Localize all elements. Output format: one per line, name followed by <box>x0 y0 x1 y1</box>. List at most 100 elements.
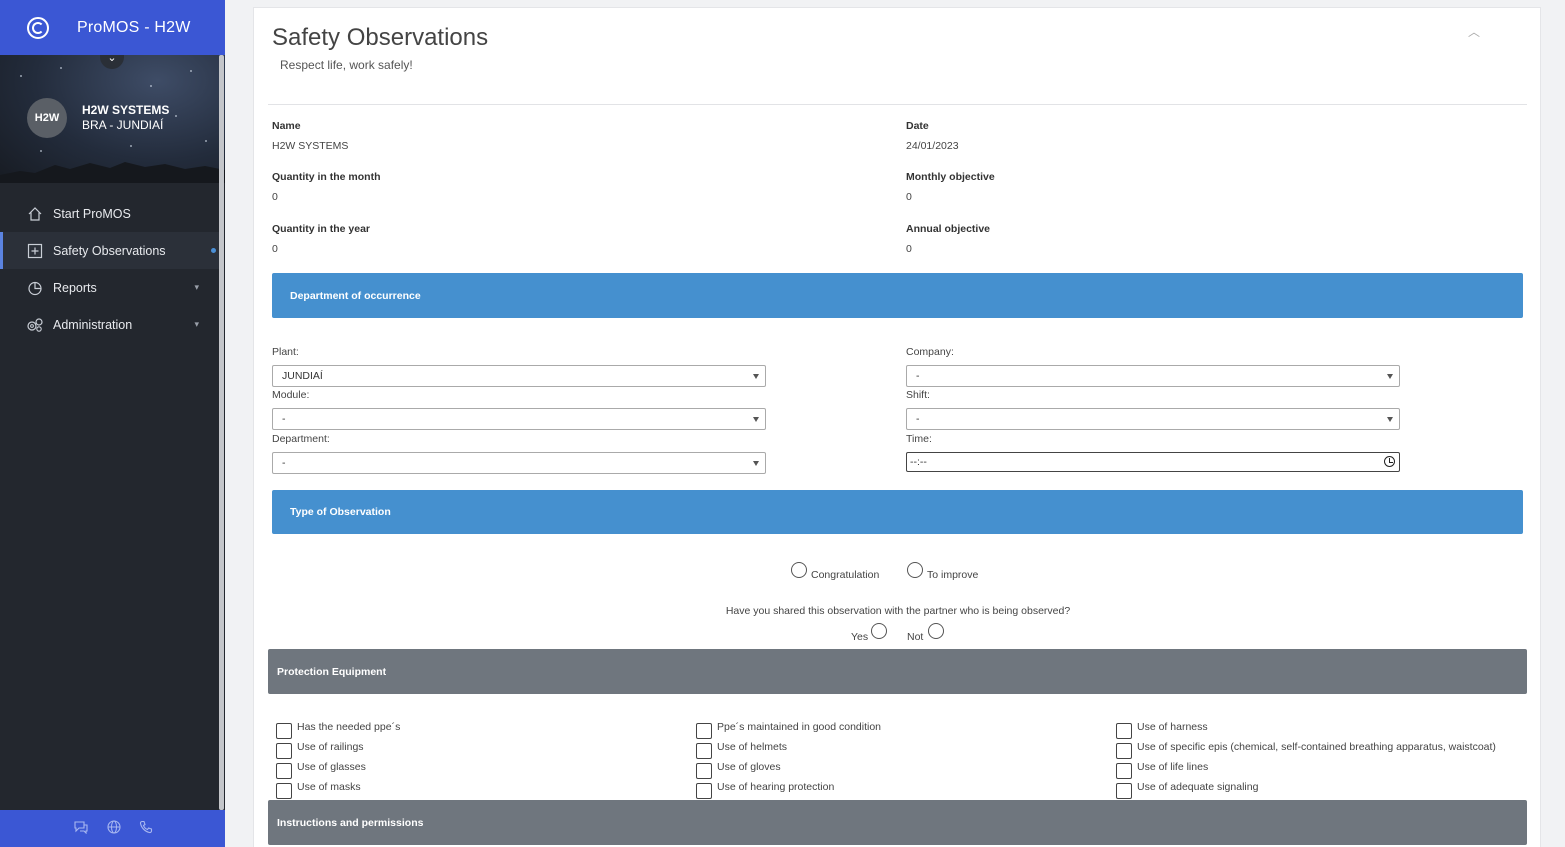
active-dot <box>211 248 216 253</box>
time-label: Time: <box>906 433 932 445</box>
sidebar-scrollbar[interactable] <box>219 55 224 810</box>
checkbox[interactable] <box>1116 723 1132 739</box>
plant-label: Plant: <box>272 346 299 358</box>
qty-month-label: Quantity in the month <box>272 171 381 183</box>
check-hearing-protection[interactable]: Use of hearing protection <box>696 781 834 799</box>
shift-select-value: - <box>916 413 920 425</box>
check-label: Has the needed ppe´s <box>297 721 401 733</box>
time-input-value: --:-- <box>910 456 927 468</box>
check-railings[interactable]: Use of railings <box>276 741 364 759</box>
checkbox[interactable] <box>276 743 292 759</box>
sidebar-item-start[interactable]: Start ProMOS <box>0 195 219 232</box>
time-input[interactable]: --:-- <box>906 452 1400 472</box>
yes-label: Yes <box>851 631 869 643</box>
module-label: Module: <box>272 389 310 401</box>
date-label: Date <box>906 120 929 132</box>
chevron-down-icon: ▾ <box>194 282 199 292</box>
brand-bar: ProMOS - H2W <box>0 0 225 55</box>
app-title: ProMOS - H2W <box>77 18 191 36</box>
monthly-objective-label: Monthly objective <box>906 171 995 183</box>
company-select-value: - <box>916 370 920 382</box>
yes-radio[interactable] <box>871 623 887 639</box>
observation-card: Safety Observations Respect life, work s… <box>253 7 1541 847</box>
profile-name: H2W SYSTEMS <box>82 103 170 117</box>
check-label: Use of helmets <box>717 741 788 753</box>
qty-month-value: 0 <box>272 191 278 203</box>
sidebar-footer <box>0 810 225 847</box>
gears-icon <box>26 316 44 334</box>
plant-select-value: JUNDIAÍ <box>282 370 323 382</box>
divider <box>268 104 1527 105</box>
shift-select[interactable]: - <box>906 408 1400 430</box>
check-adequate-signaling[interactable]: Use of adequate signaling <box>1116 781 1258 799</box>
checkbox[interactable] <box>696 723 712 739</box>
check-ppe-condition[interactable]: Ppe´s maintained in good condition <box>696 721 881 739</box>
department-select[interactable]: - <box>272 452 766 474</box>
page-subtitle: Respect life, work safely! <box>280 58 413 72</box>
plant-select[interactable]: JUNDIAÍ <box>272 365 766 387</box>
checkbox[interactable] <box>1116 783 1132 799</box>
avatar[interactable]: H2W <box>27 98 67 138</box>
sidebar-item-administration[interactable]: Administration ▾ <box>0 306 219 343</box>
profile-location: BRA - JUNDIAÍ <box>82 118 164 132</box>
congratulation-radio[interactable] <box>791 562 807 578</box>
checkbox[interactable] <box>276 723 292 739</box>
protection-section-header: Protection Equipment <box>268 649 1527 694</box>
check-label: Use of glasses <box>297 761 366 773</box>
not-radio[interactable] <box>928 623 944 639</box>
clock-icon[interactable] <box>1384 456 1395 467</box>
check-needed-ppe[interactable]: Has the needed ppe´s <box>276 721 400 739</box>
check-life-lines[interactable]: Use of life lines <box>1116 761 1208 779</box>
chat-icon[interactable] <box>73 820 89 837</box>
shared-question: Have you shared this observation with th… <box>725 605 1071 617</box>
chevron-down-icon[interactable]: ⌄ <box>100 55 124 69</box>
chevron-down-icon: ▾ <box>194 319 199 329</box>
sidebar-item-label: Administration <box>53 317 133 332</box>
check-label: Use of adequate signaling <box>1137 781 1259 793</box>
company-label: Company: <box>906 346 954 358</box>
check-label: Use of harness <box>1137 721 1208 733</box>
department-section-header: Department of occurrence <box>272 273 1523 318</box>
checkbox[interactable] <box>696 783 712 799</box>
sidebar-item-safety-observations[interactable]: Safety Observations <box>0 232 219 269</box>
checkbox[interactable] <box>276 763 292 779</box>
checkbox[interactable] <box>1116 763 1132 779</box>
profile-panel: ⌄ H2W H2W SYSTEMS BRA - JUNDIAÍ <box>0 55 225 183</box>
name-value: H2W SYSTEMS <box>272 140 349 152</box>
pie-chart-icon <box>26 279 44 297</box>
sidebar-nav: Start ProMOS Safety Observations Reports… <box>0 195 219 343</box>
observation-section-header: Type of Observation <box>272 490 1523 534</box>
checkbox[interactable] <box>696 763 712 779</box>
check-harness[interactable]: Use of harness <box>1116 721 1208 739</box>
check-label: Use of life lines <box>1137 761 1209 773</box>
module-select[interactable]: - <box>272 408 766 430</box>
check-label: Use of gloves <box>717 761 781 773</box>
congratulation-label: Congratulation <box>811 569 880 581</box>
check-label: Use of railings <box>297 741 364 753</box>
monthly-objective-value: 0 <box>906 191 912 203</box>
check-masks[interactable]: Use of masks <box>276 781 361 799</box>
phone-icon[interactable] <box>139 820 153 837</box>
checkbox[interactable] <box>696 743 712 759</box>
improve-radio[interactable] <box>907 562 923 578</box>
logo-icon <box>27 16 49 39</box>
check-gloves[interactable]: Use of gloves <box>696 761 781 779</box>
qty-year-label: Quantity in the year <box>272 223 371 235</box>
sidebar-item-reports[interactable]: Reports ▾ <box>0 269 219 306</box>
globe-icon[interactable] <box>106 820 121 837</box>
check-glasses[interactable]: Use of glasses <box>276 761 366 779</box>
sidebar: ProMOS - H2W ⌄ H2W H2W SYSTEMS BRA - JUN… <box>0 0 225 847</box>
shift-label: Shift: <box>906 389 930 401</box>
company-select[interactable]: - <box>906 365 1400 387</box>
check-label: Ppe´s maintained in good condition <box>717 721 882 733</box>
checkbox[interactable] <box>276 783 292 799</box>
name-label: Name <box>272 120 301 132</box>
check-helmets[interactable]: Use of helmets <box>696 741 787 759</box>
annual-objective-label: Annual objective <box>906 223 991 235</box>
instructions-section-header: Instructions and permissions <box>268 800 1527 845</box>
main-content: Safety Observations Respect life, work s… <box>225 0 1565 847</box>
check-specific-epis[interactable]: Use of specific epis (chemical, self-con… <box>1116 741 1496 759</box>
check-label: Use of specific epis (chemical, self-con… <box>1137 741 1496 753</box>
checkbox[interactable] <box>1116 743 1132 759</box>
chevron-up-icon[interactable]: ︿ <box>1468 23 1480 40</box>
